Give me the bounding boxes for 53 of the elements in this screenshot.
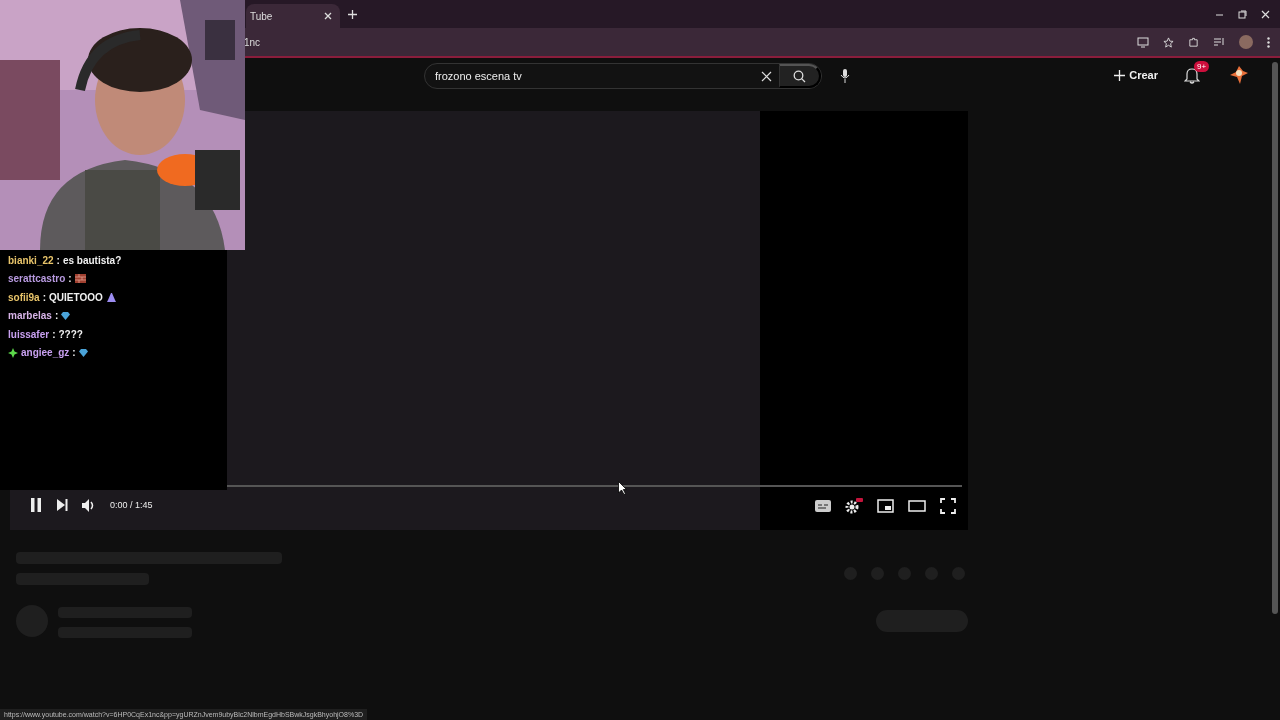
search-field[interactable]: frozono escena tv [424,63,822,89]
tab-title: Tube [250,10,273,22]
chat-message: ???? [58,328,83,340]
volume-icon[interactable] [82,498,96,512]
puzzle-icon[interactable] [1188,36,1199,48]
gem-icon [61,311,71,321]
clear-icon[interactable] [760,70,772,82]
chat-username: luissafer [8,328,50,340]
chat-username: sofii9a [8,291,40,303]
chat-message: QUIETOOO [49,291,103,303]
search-button[interactable] [779,64,821,88]
close-icon[interactable] [1261,9,1270,19]
chat-separator: : [42,291,47,303]
menu-icon[interactable] [1267,36,1270,48]
settings-icon[interactable] [845,498,863,514]
chat-username: marbelas [8,310,52,322]
close-icon[interactable] [322,12,334,20]
chat-username: angiee_gz [21,347,70,359]
chat-separator: : [56,254,60,266]
restore-icon[interactable] [1238,9,1247,19]
time-display: 0:00 / 1:45 [110,500,153,510]
chat-separator: : [68,273,72,285]
install-icon[interactable] [1137,36,1149,48]
next-icon[interactable] [56,499,68,511]
chat-separator: : [54,310,59,322]
pause-button[interactable] [30,498,42,512]
chat-username: bianki_22 [8,254,54,266]
chat-message: es bautista? [62,254,122,266]
microphone-icon[interactable] [840,69,850,83]
mouse-cursor-icon [618,481,627,495]
notification-badge: 9+ [1194,61,1210,72]
channel-avatar[interactable] [1228,64,1250,86]
sparkle-badge-icon [8,347,18,358]
theater-mode-icon[interactable] [908,500,926,512]
new-tab-icon[interactable] [348,9,357,19]
miniplayer-icon[interactable] [877,499,894,513]
plus-icon [1114,69,1126,81]
create-button[interactable]: Crear [1110,65,1162,85]
subtitles-icon[interactable] [815,500,831,512]
fullscreen-icon[interactable] [940,498,956,514]
scrollbar[interactable] [1272,62,1278,614]
browser-tab[interactable]: Tube [246,4,340,28]
emote-icon [74,274,86,284]
profile-avatar[interactable] [1239,35,1253,49]
address-text[interactable]: 1nc [244,36,261,48]
chat-separator: : [52,328,56,340]
bell-icon[interactable] [1184,67,1200,85]
search-icon [793,69,806,83]
playlist-icon[interactable] [1213,37,1225,47]
chat-separator: : [72,347,76,359]
gem-icon [78,348,88,358]
star-icon[interactable] [1163,36,1174,48]
chat-username: serattcastro [8,273,66,285]
